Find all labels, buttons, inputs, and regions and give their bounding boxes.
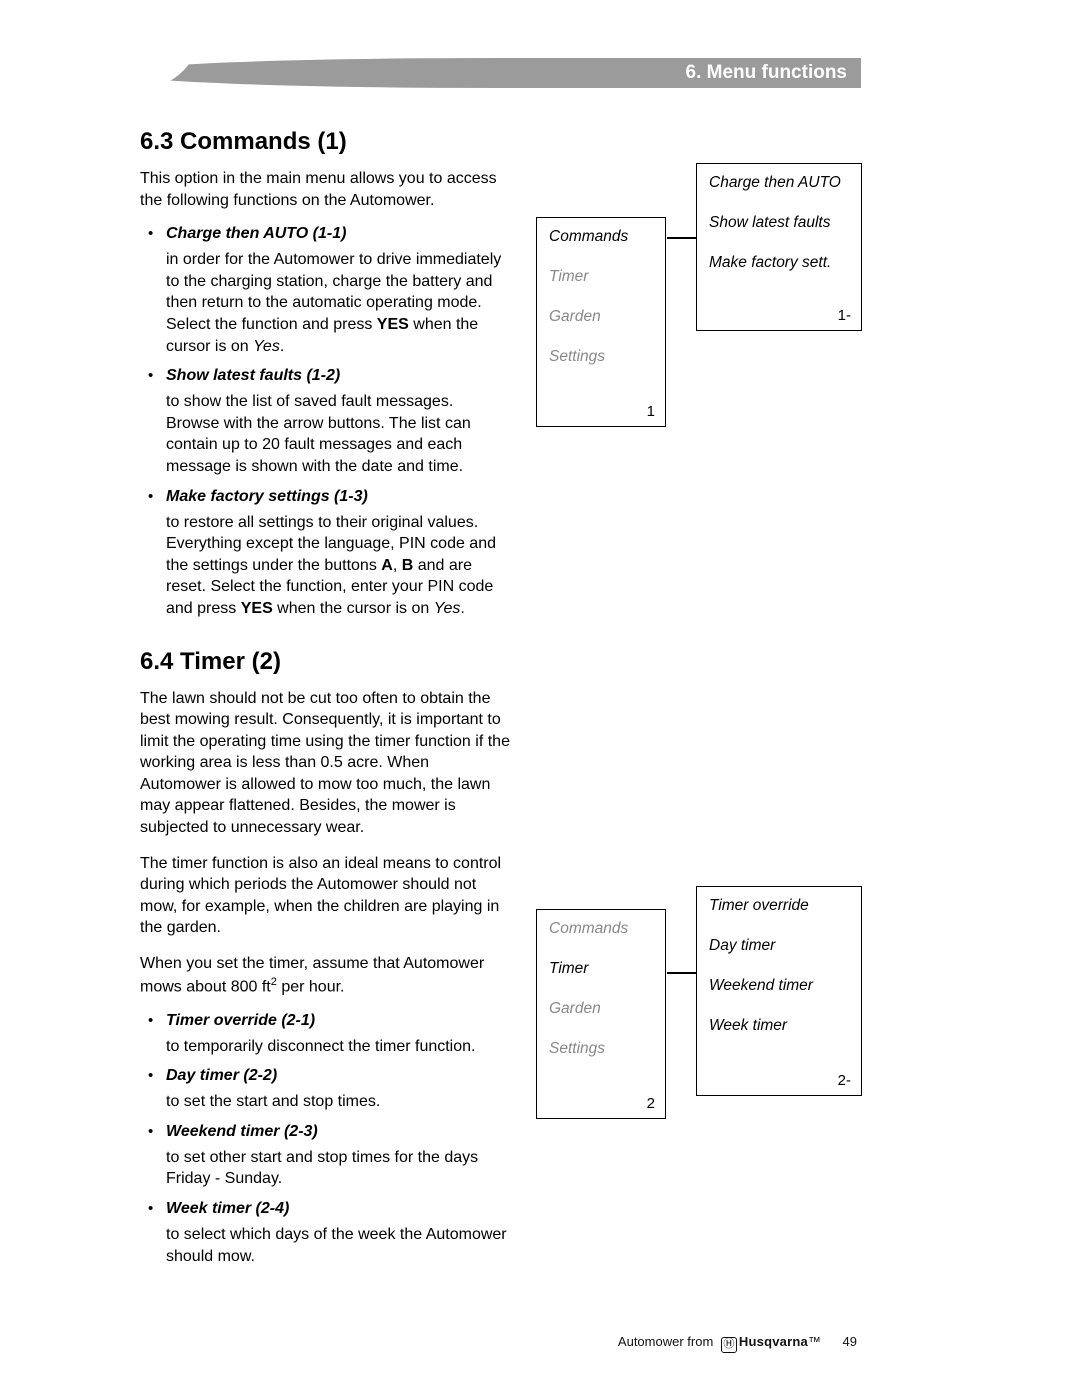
menu-item: Commands xyxy=(549,228,653,246)
feature-desc: in order for the Automower to drive imme… xyxy=(166,249,510,357)
menu-item: Week timer xyxy=(709,1017,849,1035)
connector-line xyxy=(667,972,696,974)
section-heading-6-4: 6.4 Timer (2) xyxy=(140,648,510,676)
menu-item: Show latest faults xyxy=(709,214,849,232)
section-heading-6-3: 6.3 Commands (1) xyxy=(140,128,510,156)
commands-feature-list: Charge then AUTO (1-1) in order for the … xyxy=(140,225,510,619)
section-6-4-para3: When you set the timer, assume that Auto… xyxy=(140,953,510,998)
menu-box-number: 2- xyxy=(838,1072,851,1089)
menu-item: Weekend timer xyxy=(709,977,849,995)
brand-name: Husqvarna xyxy=(739,1334,808,1349)
feature-desc: to select which days of the week the Aut… xyxy=(166,1224,510,1267)
menu-item: Timer override xyxy=(709,897,849,915)
menu-item: Charge then AUTO xyxy=(709,174,849,192)
menu-box-number: 1 xyxy=(647,403,655,420)
section-6-3-intro: This option in the main menu allows you … xyxy=(140,168,510,211)
feature-title: Timer override (2-1) xyxy=(166,1012,510,1030)
menu-item: Timer xyxy=(549,268,653,286)
feature-title: Show latest faults (1-2) xyxy=(166,367,510,385)
menu-box-sub-2: Timer override Day timer Weekend timer W… xyxy=(696,886,862,1096)
feature-title: Week timer (2-4) xyxy=(166,1200,510,1218)
feature-desc: to show the list of saved fault messages… xyxy=(166,391,510,477)
feature-desc: to restore all settings to their origina… xyxy=(166,512,510,620)
menu-box-number: 2 xyxy=(647,1095,655,1112)
section-6-4-para2: The timer function is also an ideal mean… xyxy=(140,853,510,939)
menu-box-main-1: Commands Timer Garden Settings 1 xyxy=(536,217,666,427)
menu-item: Settings xyxy=(549,348,653,366)
page-number: 49 xyxy=(843,1334,857,1349)
feature-title: Charge then AUTO (1-1) xyxy=(166,225,510,243)
menu-box-sub-1: Charge then AUTO Show latest faults Make… xyxy=(696,163,862,331)
connector-line xyxy=(667,237,696,239)
feature-title: Day timer (2-2) xyxy=(166,1067,510,1085)
feature-desc: to temporarily disconnect the timer func… xyxy=(166,1036,510,1058)
footer-text: Automower from xyxy=(618,1334,717,1349)
page-footer: Automower from ⒽHusqvarna™ 49 xyxy=(618,1334,857,1353)
menu-item: Day timer xyxy=(709,937,849,955)
feature-title: Weekend timer (2-3) xyxy=(166,1123,510,1141)
section-6-4-para1: The lawn should not be cut too often to … xyxy=(140,688,510,839)
menu-box-main-2: Commands Timer Garden Settings 2 xyxy=(536,909,666,1119)
timer-feature-list: Timer override (2-1) to temporarily disc… xyxy=(140,1012,510,1268)
chapter-title: 6. Menu functions xyxy=(686,58,848,88)
feature-desc: to set the start and stop times. xyxy=(166,1091,510,1113)
menu-box-number: 1- xyxy=(838,307,851,324)
menu-item: Timer xyxy=(549,960,653,978)
menu-item: Garden xyxy=(549,308,653,326)
menu-item: Make factory sett. xyxy=(709,254,849,272)
brand-logo-icon: Ⓗ xyxy=(721,1337,737,1353)
menu-item: Commands xyxy=(549,920,653,938)
menu-item: Settings xyxy=(549,1040,653,1058)
trademark: ™ xyxy=(808,1334,821,1349)
feature-title: Make factory settings (1-3) xyxy=(166,488,510,506)
feature-desc: to set other start and stop times for th… xyxy=(166,1147,510,1190)
menu-item: Garden xyxy=(549,1000,653,1018)
